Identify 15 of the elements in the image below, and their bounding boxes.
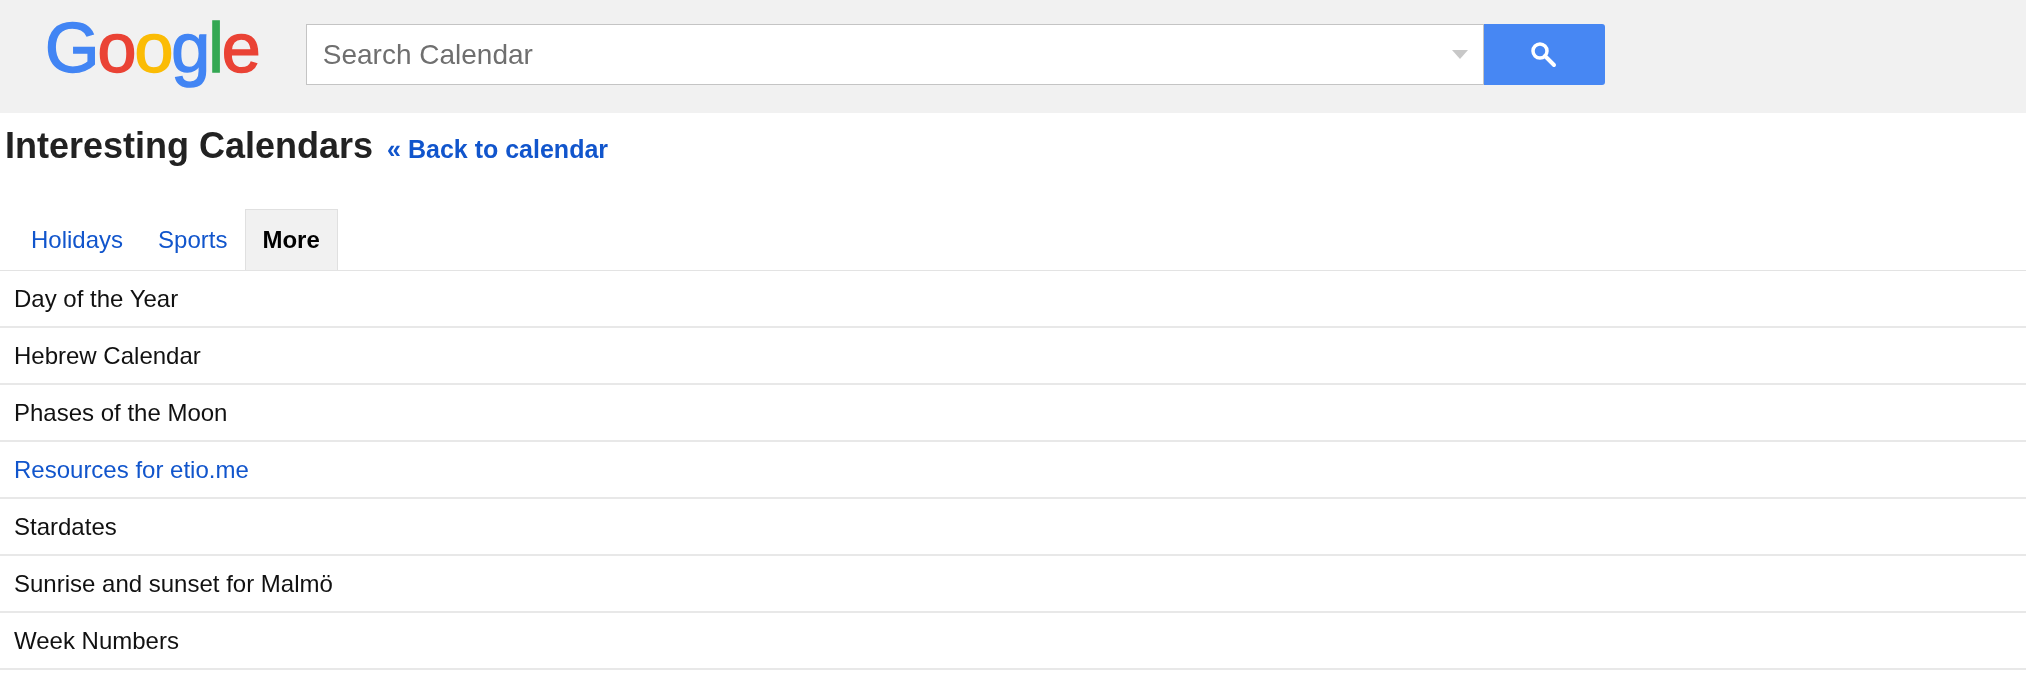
calendar-name[interactable]: Stardates (14, 512, 117, 541)
logo: Google (45, 8, 259, 88)
tab[interactable]: Sports (141, 209, 246, 270)
calendar-link[interactable]: Resources for etio.me (14, 455, 249, 484)
tab[interactable]: More (245, 209, 338, 270)
tab[interactable]: Holidays (14, 209, 142, 270)
calendar-name[interactable]: Hebrew Calendar (14, 341, 201, 370)
page-title: Interesting Calendars (5, 125, 374, 167)
calendar-name[interactable]: Sunrise and sunset for Malmö (14, 569, 333, 598)
search-field[interactable]: Search Calendar (305, 24, 1484, 85)
search-button[interactable] (1483, 24, 1605, 85)
calendar-name[interactable]: Day of the Year (14, 284, 179, 313)
calendar-name[interactable]: Week Numbers (14, 626, 179, 655)
back-link[interactable]: « Back to calendar (387, 135, 609, 164)
calendar-name[interactable]: Phases of the Moon (14, 398, 228, 427)
